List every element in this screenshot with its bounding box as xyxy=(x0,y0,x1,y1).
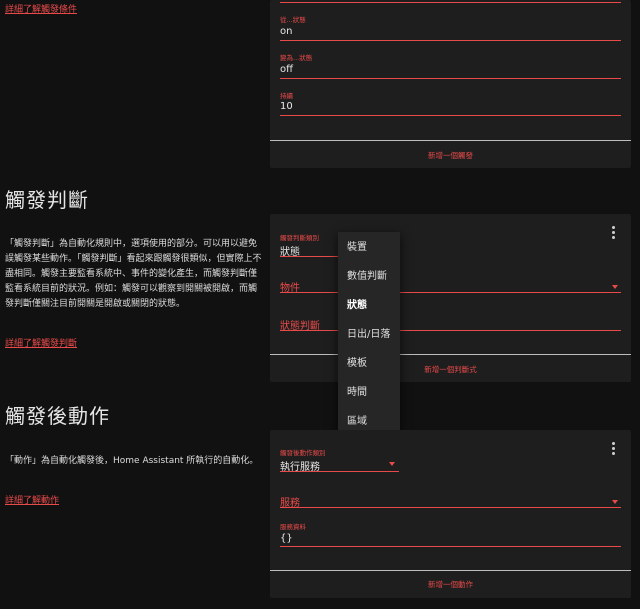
conditions-description: 「觸發判斷」為自動化規則中，選項使用的部分。可以用以避免誤觸發某些動作。「觸發判… xyxy=(5,239,262,309)
trigger-card-footer: 新增一個觸發 xyxy=(270,141,631,168)
menu-item-numeric-state[interactable]: 數值判斷 xyxy=(338,262,400,291)
duration-label: 持續 xyxy=(280,92,293,100)
trigger-card: 從...狀態 on 變為...狀態 off 持續 10 xyxy=(270,0,631,140)
menu-item-template[interactable]: 模板 xyxy=(338,349,400,378)
to-state-underline xyxy=(280,78,621,79)
condition-type-menu: 裝置 數值判斷 狀態 日出/日落 模板 時間 區域 xyxy=(338,232,400,440)
action-type-underline xyxy=(280,471,399,472)
learn-more-triggers-link[interactable]: 詳細了解觸發條件 xyxy=(5,2,77,15)
condition-more-vert-icon[interactable] xyxy=(612,226,615,241)
from-state-underline xyxy=(280,40,621,41)
to-state-label: 變為...狀態 xyxy=(280,54,313,62)
entity-field-underline[interactable] xyxy=(280,292,621,293)
condition-type-label: 觸發判斷類別 xyxy=(280,234,319,242)
action-card: 觸發後動作類別 執行服務 服務 服務資料 {} xyxy=(270,430,631,570)
actions-description: 「動作」為自動化觸發後，Home Assistant 所執行的自動化。 xyxy=(5,456,259,466)
condition-card: 觸發判斷類別 狀態 物件 狀態判斷 xyxy=(270,214,631,354)
action-card-footer: 新增一個動作 xyxy=(270,571,631,598)
menu-item-time[interactable]: 時間 xyxy=(338,378,400,407)
condition-type-underline xyxy=(280,256,338,257)
service-data-label: 服務資料 xyxy=(280,523,306,531)
state-field-underline[interactable] xyxy=(280,330,621,331)
service-field-underline[interactable] xyxy=(280,507,621,508)
add-action-button[interactable]: 新增一個動作 xyxy=(270,579,631,590)
menu-item-sun[interactable]: 日出/日落 xyxy=(338,320,400,349)
to-state-input[interactable]: off xyxy=(280,64,293,75)
learn-more-conditions-link[interactable]: 詳細了解觸發判斷 xyxy=(5,336,77,349)
prev-field-underline xyxy=(280,2,621,3)
service-data-underline xyxy=(280,546,621,547)
from-state-input[interactable]: on xyxy=(280,26,292,37)
add-trigger-button[interactable]: 新增一個觸發 xyxy=(270,150,631,161)
service-data-input[interactable]: {} xyxy=(280,533,293,544)
entity-dropdown-arrow-icon[interactable] xyxy=(612,285,618,289)
action-type-label: 觸發後動作類別 xyxy=(280,449,326,457)
condition-card-footer: 新增一個判斷式 xyxy=(270,355,631,382)
menu-item-device[interactable]: 裝置 xyxy=(338,233,400,262)
action-more-vert-icon[interactable] xyxy=(612,442,615,457)
from-state-label: 從...狀態 xyxy=(280,16,306,24)
service-dropdown-arrow-icon[interactable] xyxy=(612,500,618,504)
actions-title: 觸發後動作 xyxy=(5,404,110,428)
duration-underline xyxy=(280,115,621,116)
action-type-arrow-icon[interactable] xyxy=(389,462,395,466)
conditions-title: 觸發判斷 xyxy=(5,188,89,212)
menu-item-state[interactable]: 狀態 xyxy=(338,291,400,320)
add-condition-button[interactable]: 新增一個判斷式 xyxy=(270,364,631,375)
learn-more-actions-link[interactable]: 詳細了解動作 xyxy=(5,493,59,506)
duration-input[interactable]: 10 xyxy=(280,101,293,112)
